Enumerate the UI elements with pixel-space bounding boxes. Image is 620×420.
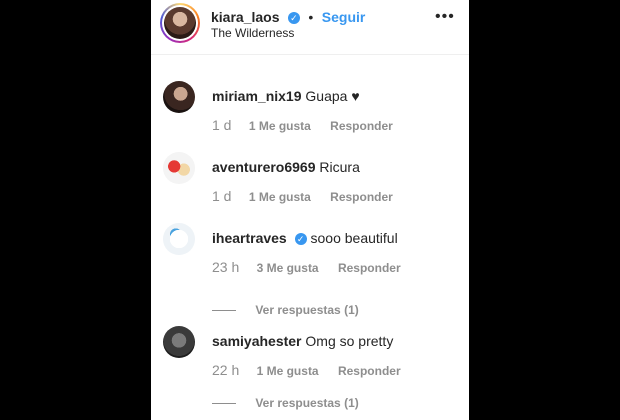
comments-panel: kiara_laos ✓ • Seguir The Wilderness •••…	[151, 0, 469, 420]
reply-button[interactable]: Responder	[330, 119, 393, 133]
comment-text: Ricura	[319, 159, 360, 175]
comment-username[interactable]: samiyahester	[212, 333, 302, 349]
post-header: kiara_laos ✓ • Seguir The Wilderness •••	[151, 0, 469, 55]
comment-text: Omg so pretty	[305, 333, 394, 349]
more-options-icon[interactable]: •••	[435, 8, 455, 26]
comment-username[interactable]: iheartraves	[212, 230, 287, 246]
avatar[interactable]	[163, 326, 195, 358]
view-replies-button[interactable]: Ver respuestas (1)	[212, 303, 359, 317]
post-location[interactable]: The Wilderness	[211, 26, 294, 40]
comment-username[interactable]: miriam_nix19	[212, 88, 302, 104]
comment-text: Guapa ♥	[305, 88, 360, 104]
reply-button[interactable]: Responder	[338, 261, 401, 275]
avatar[interactable]	[163, 152, 195, 184]
comment-time[interactable]: 1 d	[212, 117, 231, 133]
verified-icon: ✓	[287, 12, 300, 24]
comment-likes[interactable]: 1 Me gusta	[249, 190, 311, 204]
owner-avatar[interactable]	[160, 3, 200, 43]
verified-icon: ✓	[294, 233, 307, 245]
owner-username[interactable]: kiara_laos	[211, 9, 280, 25]
view-replies-label: Ver respuestas (1)	[255, 396, 359, 410]
comment-time[interactable]: 23 h	[212, 259, 239, 275]
follow-button[interactable]: Seguir	[322, 9, 366, 25]
replies-divider	[212, 310, 236, 312]
comment-likes[interactable]: 1 Me gusta	[257, 364, 319, 378]
reply-button[interactable]: Responder	[330, 190, 393, 204]
comment-username[interactable]: aventurero6969	[212, 159, 316, 175]
view-replies-label: Ver respuestas (1)	[255, 303, 359, 317]
comment-text: sooo beautiful	[310, 230, 398, 246]
comment-likes[interactable]: 1 Me gusta	[249, 119, 311, 133]
avatar[interactable]	[163, 81, 195, 113]
avatar[interactable]	[163, 223, 195, 255]
replies-divider	[212, 403, 236, 405]
separator-dot: •	[308, 9, 314, 25]
comment-time[interactable]: 22 h	[212, 362, 239, 378]
comment-time[interactable]: 1 d	[212, 188, 231, 204]
reply-button[interactable]: Responder	[338, 364, 401, 378]
comment-likes[interactable]: 3 Me gusta	[257, 261, 319, 275]
view-replies-button[interactable]: Ver respuestas (1)	[212, 396, 359, 410]
